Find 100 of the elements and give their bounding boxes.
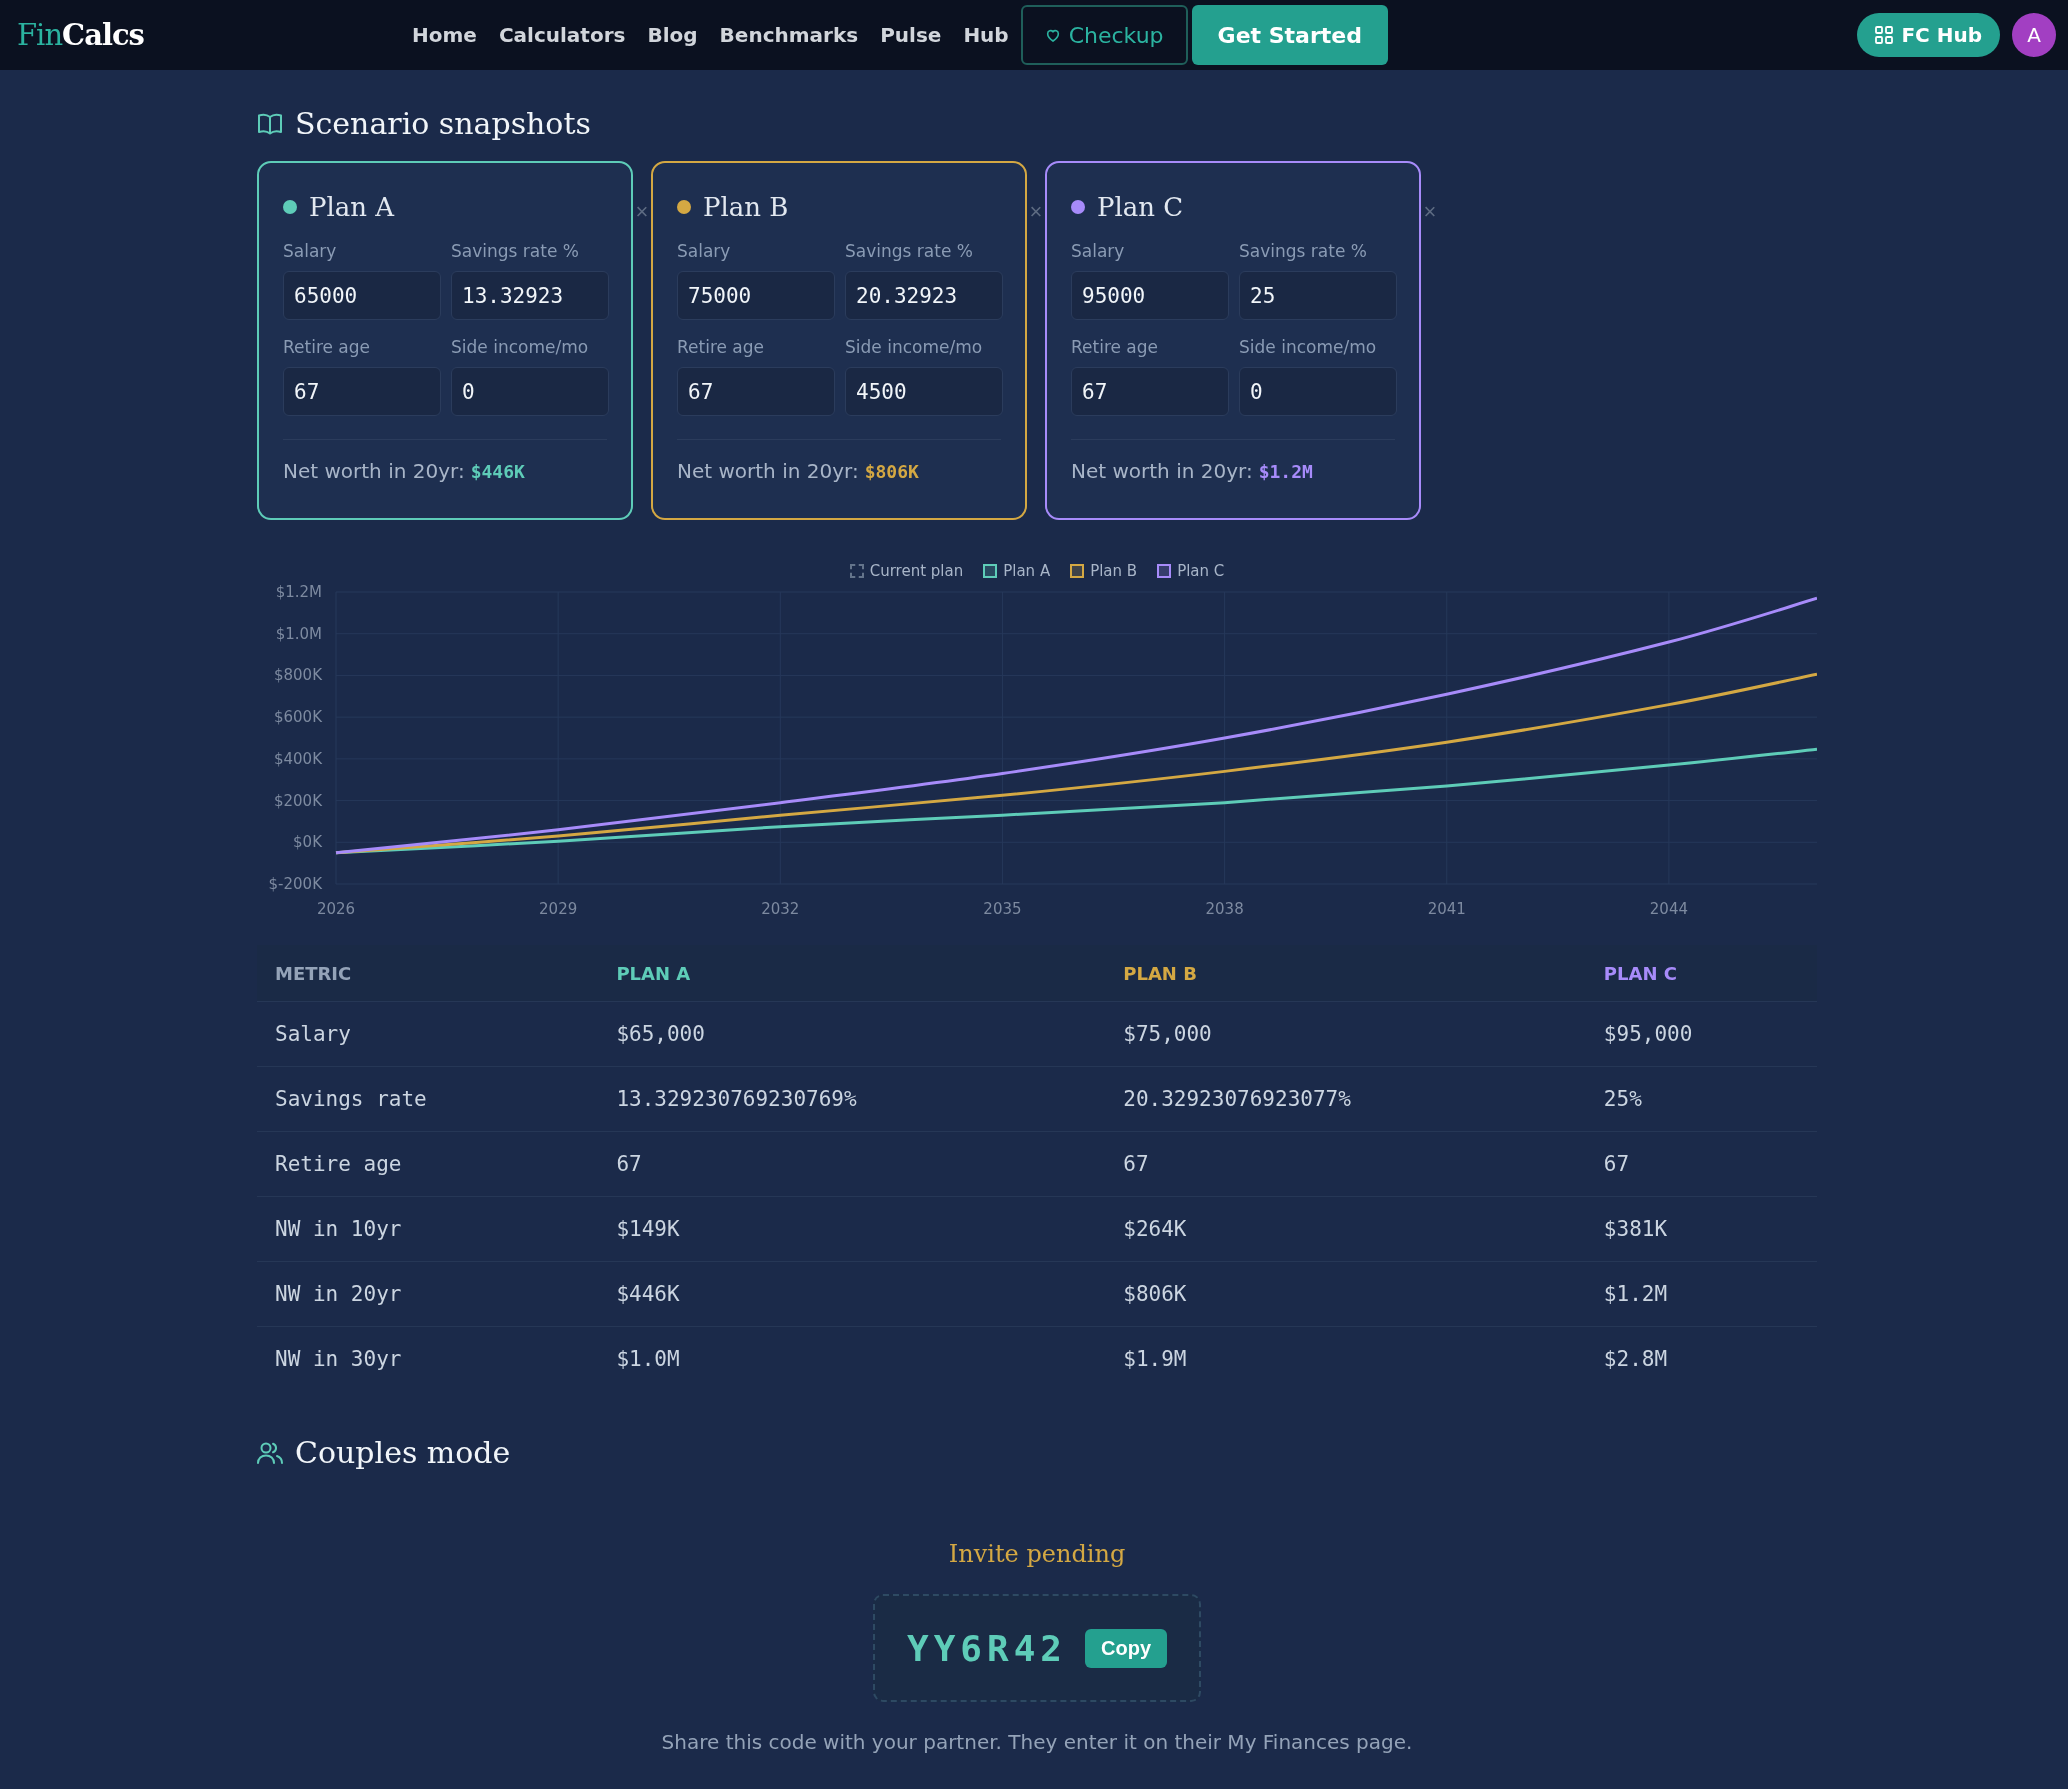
- x-axis-label: 2041: [1427, 900, 1466, 918]
- field-label: Savings rate %: [845, 241, 974, 263]
- y-axis-label: $0K: [293, 833, 322, 852]
- legend-item[interactable]: Current plan: [849, 562, 964, 580]
- y-axis-label: $600K: [274, 708, 322, 727]
- table-cell: $149K: [598, 1196, 1106, 1262]
- net-worth-value: $806K: [864, 461, 919, 482]
- input-field[interactable]: 13.32923: [451, 271, 609, 320]
- heart-icon: [1044, 27, 1061, 43]
- y-axis-label: $800K: [274, 666, 322, 685]
- avatar[interactable]: A: [2012, 13, 2056, 57]
- field-label: Retire age: [283, 337, 372, 359]
- x-axis-label: 2032: [761, 900, 800, 918]
- table-cell: Salary: [257, 1001, 599, 1067]
- input-field[interactable]: 20.32923: [845, 271, 1003, 320]
- column-header: PLAN A: [598, 945, 1106, 1002]
- x-axis-label: 2044: [1649, 900, 1688, 918]
- table-cell: $1.2M: [1585, 1261, 1817, 1327]
- y-axis-label: $200K: [274, 791, 322, 810]
- table-cell: $2.8M: [1585, 1326, 1817, 1391]
- users-icon: [257, 1440, 283, 1465]
- input-field[interactable]: 95000: [1071, 271, 1229, 320]
- legend-item[interactable]: Plan C: [1157, 562, 1225, 580]
- nav-link[interactable]: Home: [412, 23, 477, 47]
- input-field[interactable]: 75000: [677, 271, 835, 320]
- plan-title: Plan C: [1097, 192, 1184, 222]
- y-axis-label: $1.2M: [275, 583, 322, 601]
- plan-title: Plan A: [309, 192, 395, 222]
- input-field[interactable]: 0: [451, 367, 609, 416]
- field-label: Salary: [1071, 241, 1126, 263]
- field-label: Salary: [677, 241, 732, 263]
- y-axis-label: $-200K: [268, 875, 322, 893]
- table-cell: 20.32923076923077%: [1105, 1066, 1586, 1132]
- book-icon: [257, 112, 283, 135]
- net-worth-value: $1.2M: [1258, 461, 1313, 482]
- input-field[interactable]: 67: [283, 367, 441, 416]
- net-worth-label: Net worth in 20yr:: [1071, 459, 1253, 483]
- input-field[interactable]: 0: [1239, 367, 1397, 416]
- net-worth-value: $446K: [470, 461, 525, 482]
- invite-status: Invite pending: [948, 1540, 1126, 1568]
- table-cell: NW in 30yr: [257, 1326, 599, 1391]
- field-label: Retire age: [1071, 337, 1160, 359]
- section-title: Scenario snapshots: [295, 106, 591, 141]
- table-cell: $381K: [1585, 1196, 1817, 1262]
- table-cell: Savings rate: [257, 1066, 599, 1132]
- input-field[interactable]: 25: [1239, 271, 1397, 320]
- field-label: Side income/mo: [1239, 337, 1378, 359]
- nav-link[interactable]: Calculators: [498, 23, 626, 47]
- section-title: Couples mode: [295, 1435, 511, 1470]
- nav-link[interactable]: Hub: [963, 23, 1009, 47]
- nav-link[interactable]: Pulse: [880, 23, 942, 47]
- invite-code: YY6R42: [906, 1627, 1067, 1669]
- legend-label: Current plan: [869, 562, 964, 580]
- column-header: METRIC: [257, 945, 599, 1002]
- y-axis-label: $1.0M: [275, 624, 322, 643]
- field-label: Salary: [283, 241, 338, 263]
- x-axis-label: 2026: [316, 900, 356, 918]
- column-header: PLAN B: [1105, 945, 1586, 1002]
- checkup-button[interactable]: Checkup: [1020, 5, 1188, 65]
- table-cell: $65,000: [598, 1001, 1106, 1067]
- table-cell: $1.0M: [598, 1326, 1106, 1391]
- nav-link[interactable]: Benchmarks: [719, 23, 859, 47]
- table-cell: 67: [598, 1131, 1106, 1197]
- table-cell: $446K: [598, 1261, 1106, 1327]
- x-axis-label: 2035: [983, 900, 1022, 918]
- legend-label: Plan C: [1177, 562, 1225, 580]
- input-field[interactable]: 4500: [845, 367, 1003, 416]
- table-cell: 67: [1105, 1131, 1586, 1197]
- grid-icon: [1875, 26, 1894, 44]
- table-cell: 13.329230769230769%: [598, 1066, 1106, 1132]
- logo[interactable]: FinCalcs: [17, 18, 412, 52]
- table-cell: $806K: [1105, 1261, 1586, 1327]
- field-label: Side income/mo: [845, 337, 984, 359]
- table-cell: $75,000: [1105, 1001, 1586, 1067]
- table-cell: 25%: [1585, 1066, 1817, 1132]
- legend-label: Plan B: [1090, 562, 1138, 580]
- table-cell: NW in 10yr: [257, 1196, 599, 1262]
- input-field[interactable]: 67: [1071, 367, 1229, 416]
- x-axis-label: 2038: [1205, 900, 1244, 918]
- x-axis-label: 2029: [539, 900, 578, 918]
- table-cell: $1.9M: [1105, 1326, 1586, 1391]
- input-field[interactable]: 67: [677, 367, 835, 416]
- legend-item[interactable]: Plan B: [1070, 562, 1138, 580]
- input-field[interactable]: 65000: [283, 271, 441, 320]
- table-cell: $95,000: [1585, 1001, 1817, 1067]
- field-label: Side income/mo: [451, 337, 590, 359]
- nav-link[interactable]: Blog: [647, 23, 698, 47]
- field-label: Savings rate %: [1239, 241, 1368, 263]
- table-cell: NW in 20yr: [257, 1261, 599, 1327]
- table-cell: Retire age: [257, 1131, 599, 1197]
- table-cell: 67: [1585, 1131, 1817, 1197]
- net-worth-label: Net worth in 20yr:: [283, 459, 465, 483]
- legend-item[interactable]: Plan A: [983, 562, 1051, 580]
- share-note: Share this code with your partner. They enter it on their My Finances page.: [661, 1730, 1413, 1754]
- column-header: PLAN C: [1585, 945, 1817, 1002]
- y-axis-label: $400K: [274, 749, 322, 768]
- field-label: Savings rate %: [451, 241, 580, 263]
- table-cell: $264K: [1105, 1196, 1586, 1262]
- net-worth-label: Net worth in 20yr:: [677, 459, 859, 483]
- plan-title: Plan B: [703, 192, 789, 222]
